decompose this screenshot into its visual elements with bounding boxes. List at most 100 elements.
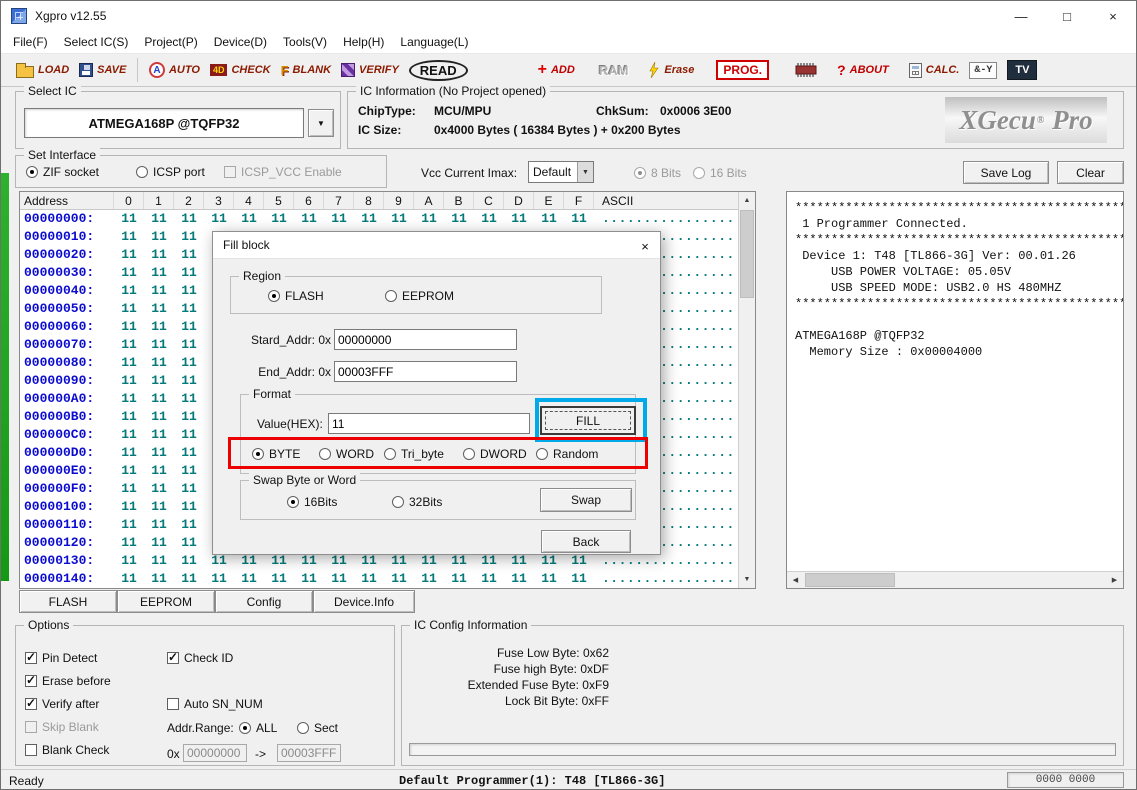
hex-byte-cell[interactable]: 11 bbox=[144, 390, 174, 408]
hex-byte-cell[interactable]: 11 bbox=[114, 426, 144, 444]
erase-before-checkbox[interactable]: Erase before bbox=[25, 674, 111, 688]
auto-button[interactable]: AAUTO bbox=[144, 60, 205, 80]
vcc-imax-dropdown[interactable]: Default ▼ bbox=[528, 161, 594, 183]
hex-byte-cell[interactable]: 11 bbox=[174, 408, 204, 426]
close-button[interactable]: × bbox=[1090, 1, 1136, 31]
hex-byte-cell[interactable]: 11 bbox=[234, 210, 264, 228]
hex-byte-cell[interactable]: 11 bbox=[474, 570, 504, 588]
hex-byte-cell[interactable]: 11 bbox=[504, 570, 534, 588]
hex-byte-cell[interactable]: 11 bbox=[414, 570, 444, 588]
menu-item[interactable]: Select IC(S) bbox=[56, 31, 137, 53]
hex-byte-cell[interactable]: 11 bbox=[174, 390, 204, 408]
hex-byte-cell[interactable]: 11 bbox=[114, 516, 144, 534]
hex-byte-cell[interactable]: 11 bbox=[174, 534, 204, 552]
hex-byte-cell[interactable]: 11 bbox=[114, 336, 144, 354]
hex-byte-cell[interactable]: 11 bbox=[144, 570, 174, 588]
hex-byte-cell[interactable]: 11 bbox=[414, 210, 444, 228]
scroll-down-icon[interactable]: ▼ bbox=[739, 571, 755, 588]
hex-byte-cell[interactable]: 11 bbox=[204, 210, 234, 228]
flash-radio[interactable]: FLASH bbox=[268, 289, 324, 303]
dword-radio[interactable]: DWORD bbox=[463, 447, 527, 461]
hex-byte-cell[interactable]: 11 bbox=[174, 462, 204, 480]
pin-detect-checkbox[interactable]: Pin Detect bbox=[25, 651, 97, 665]
hex-byte-cell[interactable]: 11 bbox=[174, 264, 204, 282]
hex-byte-cell[interactable]: 11 bbox=[264, 570, 294, 588]
erase-button[interactable]: Erase bbox=[643, 60, 699, 80]
tv-button[interactable]: TV bbox=[1002, 58, 1042, 82]
value-hex-input[interactable] bbox=[328, 413, 530, 434]
icsp-port-radio[interactable]: ICSP port bbox=[136, 165, 205, 179]
hex-byte-cell[interactable]: 11 bbox=[114, 372, 144, 390]
menu-item[interactable]: Tools(V) bbox=[275, 31, 335, 53]
hex-byte-cell[interactable]: 11 bbox=[114, 390, 144, 408]
hex-byte-cell[interactable]: 11 bbox=[114, 264, 144, 282]
hex-byte-cell[interactable]: 11 bbox=[144, 552, 174, 570]
eeprom-radio[interactable]: EEPROM bbox=[385, 289, 454, 303]
check-id-checkbox[interactable]: Check ID bbox=[167, 651, 233, 665]
hex-byte-cell[interactable]: 11 bbox=[144, 462, 174, 480]
hex-byte-cell[interactable]: 11 bbox=[144, 246, 174, 264]
menu-item[interactable]: Device(D) bbox=[206, 31, 275, 53]
hex-byte-cell[interactable]: 11 bbox=[294, 210, 324, 228]
tri-byte-radio[interactable]: Tri_byte bbox=[384, 447, 444, 461]
hex-byte-cell[interactable]: 11 bbox=[174, 354, 204, 372]
random-radio[interactable]: Random bbox=[536, 447, 598, 461]
save-log-button[interactable]: Save Log bbox=[963, 161, 1049, 184]
tab-device-info[interactable]: Device.Info bbox=[313, 590, 415, 613]
load-button[interactable]: LOAD bbox=[11, 61, 74, 80]
about-button[interactable]: ?ABOUT bbox=[832, 60, 894, 80]
hex-byte-cell[interactable]: 11 bbox=[474, 210, 504, 228]
swap-button[interactable]: Swap bbox=[540, 488, 632, 512]
hex-byte-cell[interactable]: 11 bbox=[114, 210, 144, 228]
menu-item[interactable]: Project(P) bbox=[136, 31, 205, 53]
scrollbar-thumb[interactable] bbox=[740, 210, 754, 298]
hex-byte-cell[interactable]: 11 bbox=[174, 480, 204, 498]
word-radio[interactable]: WORD bbox=[319, 447, 374, 461]
hex-byte-cell[interactable]: 11 bbox=[144, 210, 174, 228]
ram-button[interactable]: RAM bbox=[594, 61, 634, 80]
menu-item[interactable]: Help(H) bbox=[335, 31, 392, 53]
hex-byte-cell[interactable]: 11 bbox=[174, 372, 204, 390]
clear-button[interactable]: Clear bbox=[1057, 161, 1124, 184]
hex-byte-cell[interactable]: 11 bbox=[144, 534, 174, 552]
hex-byte-cell[interactable]: 11 bbox=[144, 426, 174, 444]
hex-byte-cell[interactable]: 11 bbox=[324, 570, 354, 588]
hex-byte-cell[interactable]: 11 bbox=[294, 570, 324, 588]
scrollbar-thumb[interactable] bbox=[805, 573, 895, 587]
hex-ascii-cell[interactable]: ................ bbox=[594, 210, 738, 228]
hex-byte-cell[interactable]: 11 bbox=[204, 570, 234, 588]
log-panel[interactable]: ****************************************… bbox=[786, 191, 1124, 589]
hex-byte-cell[interactable]: 11 bbox=[114, 282, 144, 300]
blank-button[interactable]: FBLANK bbox=[276, 61, 336, 80]
hex-byte-cell[interactable]: 11 bbox=[144, 318, 174, 336]
hex-byte-cell[interactable]: 11 bbox=[174, 228, 204, 246]
chip-button[interactable] bbox=[788, 60, 824, 80]
hex-byte-cell[interactable]: 11 bbox=[144, 372, 174, 390]
tab-eeprom[interactable]: EEPROM bbox=[117, 590, 215, 613]
hex-byte-cell[interactable]: 11 bbox=[174, 570, 204, 588]
hex-byte-cell[interactable]: 11 bbox=[144, 408, 174, 426]
hex-byte-cell[interactable]: 11 bbox=[144, 516, 174, 534]
pin-config-button[interactable]: &-Y bbox=[964, 60, 1002, 81]
hex-vertical-scrollbar[interactable]: ▲ ▼ bbox=[738, 192, 755, 588]
hex-byte-cell[interactable]: 11 bbox=[234, 570, 264, 588]
hex-byte-cell[interactable]: 11 bbox=[114, 408, 144, 426]
end-addr-input[interactable] bbox=[334, 361, 517, 382]
save-button[interactable]: SAVE bbox=[74, 61, 131, 79]
verify-button[interactable]: VERIFY bbox=[336, 61, 404, 79]
hex-byte-cell[interactable]: 11 bbox=[114, 444, 144, 462]
range-sect-radio[interactable]: Sect bbox=[297, 721, 338, 735]
hex-byte-cell[interactable]: 11 bbox=[114, 462, 144, 480]
hex-byte-cell[interactable]: 11 bbox=[114, 246, 144, 264]
hex-ascii-cell[interactable]: ................ bbox=[594, 570, 738, 588]
hex-byte-cell[interactable]: 11 bbox=[144, 354, 174, 372]
hex-byte-cell[interactable]: 11 bbox=[114, 228, 144, 246]
hex-byte-cell[interactable]: 11 bbox=[144, 282, 174, 300]
fill-button[interactable]: FILL bbox=[540, 406, 636, 435]
zif-socket-radio[interactable]: ZIF socket bbox=[26, 165, 99, 179]
hex-byte-cell[interactable]: 11 bbox=[144, 264, 174, 282]
add-button[interactable]: +ADD bbox=[533, 61, 580, 79]
menu-item[interactable]: Language(L) bbox=[392, 31, 476, 53]
hex-byte-cell[interactable]: 11 bbox=[444, 570, 474, 588]
maximize-button[interactable]: □ bbox=[1044, 1, 1090, 31]
